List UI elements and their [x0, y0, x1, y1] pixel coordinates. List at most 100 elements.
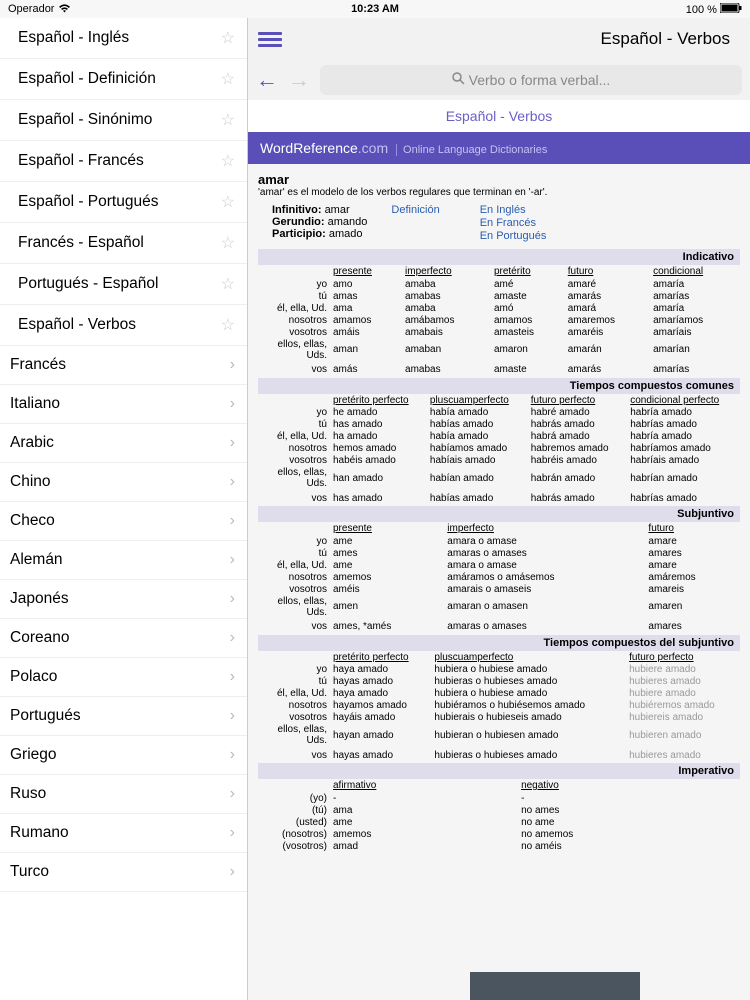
- star-icon[interactable]: ☆: [221, 274, 235, 294]
- tense-header: negativo: [518, 779, 740, 792]
- conj-cell: amarán: [565, 338, 650, 361]
- star-icon[interactable]: ☆: [221, 151, 235, 171]
- conj-cell: amemos: [330, 571, 444, 583]
- conj-cell: han amado: [330, 467, 427, 490]
- verb-links: Definición En InglésEn FrancésEn Portugué…: [391, 204, 546, 245]
- sidebar-dict-item[interactable]: Español - Verbos☆: [0, 305, 247, 346]
- sidebar-lang-item[interactable]: Francés›: [0, 346, 247, 385]
- sidebar-dict-item[interactable]: Francés - Español☆: [0, 223, 247, 264]
- conj-table: pretérito perfectopluscuamperfectofuturo…: [258, 651, 740, 762]
- star-icon[interactable]: ☆: [221, 69, 235, 89]
- conj-cell: has amado: [330, 490, 427, 505]
- conj-cell: habrías amado: [627, 419, 740, 431]
- conj-cell: hubiera o hubiese amado: [431, 688, 626, 700]
- sidebar-item-label: Rumano: [10, 824, 69, 842]
- conj-cell: habríamos amado: [627, 443, 740, 455]
- conj-cell: -: [330, 792, 518, 804]
- sidebar-dict-item[interactable]: Español - Inglés ☆: [0, 18, 247, 59]
- pronoun-cell: nosotros: [258, 700, 330, 712]
- pronoun-cell: vos: [258, 490, 330, 505]
- sidebar-lang-item[interactable]: Rumano›: [0, 814, 247, 853]
- star-icon[interactable]: ☆: [221, 315, 235, 335]
- tense-header: pretérito perfecto: [330, 394, 427, 407]
- tense-header: afirmativo: [330, 779, 518, 792]
- sidebar-lang-item[interactable]: Portugués›: [0, 697, 247, 736]
- star-icon[interactable]: ☆: [221, 28, 235, 48]
- pronoun-cell: ellos, ellas, Uds.: [258, 724, 330, 747]
- sidebar-dict-item[interactable]: Español - Portugués☆: [0, 182, 247, 223]
- tense-header: futuro perfecto: [528, 394, 628, 407]
- conj-cell: améis: [330, 583, 444, 595]
- pronoun-cell: vos: [258, 747, 330, 762]
- search-input[interactable]: Verbo o forma verbal...: [320, 65, 742, 95]
- sidebar-lang-item[interactable]: Polaco›: [0, 658, 247, 697]
- sidebar-item-label: Italiano: [10, 395, 60, 413]
- sidebar-item-label: Español - Inglés: [18, 29, 129, 47]
- conj-cell: amaría: [650, 278, 740, 290]
- conj-cell: no amemos: [518, 828, 740, 840]
- sidebar-lang-item[interactable]: Arabic›: [0, 424, 247, 463]
- sidebar-lang-item[interactable]: Coreano›: [0, 619, 247, 658]
- back-button[interactable]: ←: [256, 67, 278, 93]
- page-title: Español - Verbos: [282, 29, 740, 49]
- conj-cell: habría amado: [627, 407, 740, 419]
- sidebar-lang-item[interactable]: Japonés ›: [0, 580, 247, 619]
- sidebar-lang-item[interactable]: Turco›: [0, 853, 247, 892]
- star-icon[interactable]: ☆: [221, 192, 235, 212]
- conj-cell: amarás: [565, 361, 650, 376]
- sidebar-lang-item[interactable]: Ruso›: [0, 775, 247, 814]
- conj-cell: ama: [330, 804, 518, 816]
- sidebar-item-label: Chino: [10, 473, 51, 491]
- conj-cell: ames, *amés: [330, 618, 444, 633]
- sidebar-lang-item[interactable]: Chino›: [0, 463, 247, 502]
- sidebar-dict-item[interactable]: Español - Sinónimo☆: [0, 100, 247, 141]
- pronoun-cell: él, ella, Ud.: [258, 688, 330, 700]
- verb-link[interactable]: En Francés: [480, 217, 547, 229]
- sidebar-item-label: Turco: [10, 863, 49, 881]
- conj-cell: habréis amado: [528, 455, 628, 467]
- sidebar-dict-item[interactable]: Español - Definición☆: [0, 59, 247, 100]
- verb-link[interactable]: Definición: [391, 204, 439, 243]
- conj-cell: amemos: [330, 828, 518, 840]
- pronoun-cell: ellos, ellas, Uds.: [258, 467, 330, 490]
- conj-cell: hubiera o hubiese amado: [431, 664, 626, 676]
- conj-cell: ames: [330, 547, 444, 559]
- breadcrumb[interactable]: Español - Verbos: [248, 100, 750, 132]
- sidebar-lang-item[interactable]: Griego›: [0, 736, 247, 775]
- pronoun-cell: vos: [258, 361, 330, 376]
- forward-button[interactable]: →: [288, 67, 310, 93]
- tense-header: imperfecto: [444, 522, 645, 535]
- pronoun-cell: (yo): [258, 792, 330, 804]
- conj-cell: amarás: [565, 290, 650, 302]
- conj-table: afirmativonegativo(yo)--(tú)amano ames(u…: [258, 779, 740, 852]
- conj-cell: ame: [330, 559, 444, 571]
- conj-cell: amáramos o amásemos: [444, 571, 645, 583]
- tense-header: presente: [330, 265, 402, 278]
- conj-cell: amás: [330, 361, 402, 376]
- bottom-overlay: [470, 972, 640, 1000]
- verb-link[interactable]: En Portugués: [480, 230, 547, 242]
- menu-icon[interactable]: [258, 29, 282, 50]
- sidebar-lang-item[interactable]: Italiano ›: [0, 385, 247, 424]
- conj-cell: hubiere amado: [626, 688, 740, 700]
- conj-cell: amarías: [650, 290, 740, 302]
- conj-cell: habías amado: [427, 490, 528, 505]
- conj-cell: hayan amado: [330, 724, 431, 747]
- conj-cell: habían amado: [427, 467, 528, 490]
- star-icon[interactable]: ☆: [221, 233, 235, 253]
- conj-cell: amaras o amases: [444, 618, 645, 633]
- sidebar-dict-item[interactable]: Español - Francés☆: [0, 141, 247, 182]
- star-icon[interactable]: ☆: [221, 110, 235, 130]
- verb-link[interactable]: En Inglés: [480, 204, 547, 216]
- conj-cell: hubiere amado: [626, 664, 740, 676]
- sidebar-lang-item[interactable]: Checo›: [0, 502, 247, 541]
- conj-cell: amareis: [645, 583, 740, 595]
- chevron-right-icon: ›: [230, 590, 235, 608]
- mood-header: Subjuntivo: [258, 506, 740, 522]
- pronoun-cell: tú: [258, 676, 330, 688]
- sidebar-dict-item[interactable]: Portugués - Español☆: [0, 264, 247, 305]
- chevron-right-icon: ›: [230, 395, 235, 413]
- sidebar-item-label: Japonés: [10, 590, 69, 608]
- sidebar-lang-item[interactable]: Alemán›: [0, 541, 247, 580]
- search-icon: [452, 72, 465, 88]
